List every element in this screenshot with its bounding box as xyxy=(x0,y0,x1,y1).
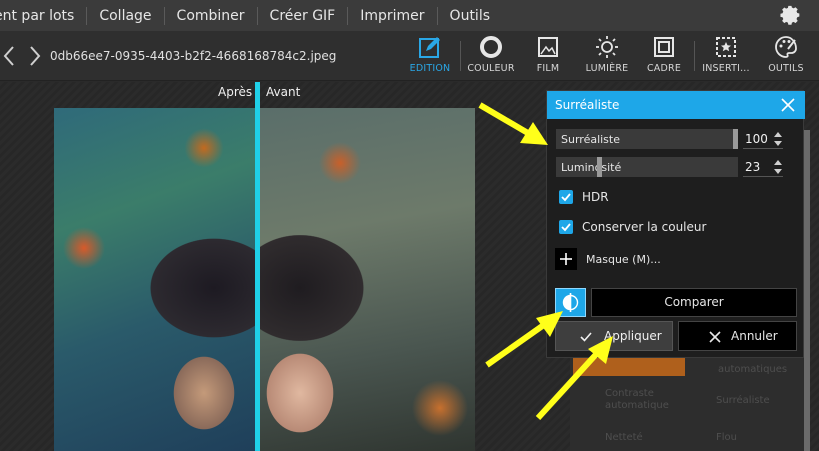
checkbox-label: Conserver la couleur xyxy=(582,220,707,234)
file-name: 0db66ee7-0935-4403-b2f2-4668168784c2.jpe… xyxy=(50,49,337,63)
toolbar-separator xyxy=(694,41,695,71)
photo-before xyxy=(260,108,475,451)
cancel-label: Annuler xyxy=(731,329,778,343)
tool-label: EDITION xyxy=(409,63,451,74)
frame-icon xyxy=(654,37,674,57)
tool-label: OUTILS xyxy=(768,63,804,74)
checkbox-label: HDR xyxy=(582,190,609,204)
dialog-header: Surréaliste xyxy=(547,91,805,119)
surrealiste-dialog: Surréaliste Surréaliste 100 Luminosité 2… xyxy=(546,90,805,358)
split-view-icon xyxy=(562,293,579,312)
label-after: Après xyxy=(218,85,253,99)
tool-label: CADRE xyxy=(646,63,682,74)
split-view-button[interactable] xyxy=(555,288,586,317)
spinner-arrows-icon[interactable] xyxy=(773,131,783,147)
toolbar-separator xyxy=(460,41,461,71)
film-icon xyxy=(538,37,558,57)
menu-item-combine[interactable]: Combiner xyxy=(163,6,257,25)
mask-row[interactable]: Masque (M)... xyxy=(555,248,661,270)
cancel-button[interactable]: Annuler xyxy=(678,321,797,351)
tool-label: FILM xyxy=(536,63,560,74)
checkbox-hdr[interactable] xyxy=(559,190,573,204)
checkbox-keep-color-row[interactable]: Conserver la couleur xyxy=(559,218,706,236)
close-icon xyxy=(709,331,721,343)
dialog-title: Surréaliste xyxy=(555,98,620,112)
sun-icon xyxy=(596,36,618,58)
compare-divider-handle[interactable] xyxy=(255,82,260,451)
slider-thumb[interactable] xyxy=(597,157,602,177)
toolbar: 0db66ee7-0935-4403-b2f2-4668168784c2.jpe… xyxy=(0,31,819,81)
apply-button[interactable]: Appliquer xyxy=(555,321,673,351)
checkmark-icon xyxy=(561,223,571,232)
spinner-arrows-icon[interactable] xyxy=(773,159,783,175)
checkbox-hdr-row[interactable]: HDR xyxy=(559,188,609,206)
tool-insertion[interactable]: INSERTI... xyxy=(700,35,752,79)
color-circle-icon xyxy=(480,36,502,58)
checkbox-keep-color[interactable] xyxy=(559,220,573,234)
tool-lumiere[interactable]: LUMIÈRE xyxy=(582,35,632,79)
slider-label: Surréaliste xyxy=(561,133,620,146)
menu-item-batch[interactable]: ent par lots xyxy=(0,7,86,25)
photo-after xyxy=(54,108,256,451)
effect-surrealiste[interactable]: Surréaliste xyxy=(716,395,770,407)
effect-auto[interactable]: automatiques xyxy=(718,364,787,376)
tool-film[interactable]: FILM xyxy=(526,35,570,79)
menu-item-print[interactable]: Imprimer xyxy=(347,6,436,25)
checkmark-icon xyxy=(561,193,571,202)
chevron-right-icon[interactable] xyxy=(28,45,42,67)
tool-label: LUMIÈRE xyxy=(585,63,629,74)
tool-outils[interactable]: OUTILS xyxy=(762,35,810,79)
menu-item-create-gif[interactable]: Créer GIF xyxy=(256,6,348,25)
label-before: Avant xyxy=(266,85,301,99)
menu-bar: ent par lots Collage Combiner Créer GIF … xyxy=(0,0,819,31)
effect-nettete[interactable]: Netteté xyxy=(605,432,643,444)
apply-label: Appliquer xyxy=(604,329,662,343)
check-icon xyxy=(580,332,592,342)
palette-icon xyxy=(775,36,797,58)
tool-label: COULEUR xyxy=(467,63,515,74)
effect-flou[interactable]: Flou xyxy=(716,432,737,444)
chevron-left-icon[interactable] xyxy=(2,45,16,67)
tool-label: INSERTI... xyxy=(702,63,750,74)
slider-surrealiste[interactable]: Surréaliste xyxy=(556,129,738,149)
gear-icon[interactable] xyxy=(779,4,801,26)
panel-scrollbar[interactable] xyxy=(804,130,810,451)
menu-item-collage[interactable]: Collage xyxy=(86,6,163,25)
effect-auto-contrast[interactable]: Contraste automatique xyxy=(605,388,675,412)
tool-couleur[interactable]: COULEUR xyxy=(466,35,516,79)
mask-label: Masque (M)... xyxy=(586,252,661,266)
edit-icon xyxy=(419,37,440,58)
tool-cadre[interactable]: CADRE xyxy=(642,35,686,79)
slider-label: Luminosité xyxy=(561,161,622,174)
insert-icon xyxy=(716,37,736,57)
slider-thumb[interactable] xyxy=(733,129,738,149)
close-icon[interactable] xyxy=(781,98,795,112)
mask-add-button[interactable] xyxy=(555,248,577,270)
plus-icon xyxy=(560,253,572,265)
slider-luminosite[interactable]: Luminosité xyxy=(556,157,738,177)
tool-edition[interactable]: EDITION xyxy=(406,35,454,79)
compare-button[interactable]: Comparer xyxy=(591,288,797,317)
menu-item-tools[interactable]: Outils xyxy=(436,6,502,25)
